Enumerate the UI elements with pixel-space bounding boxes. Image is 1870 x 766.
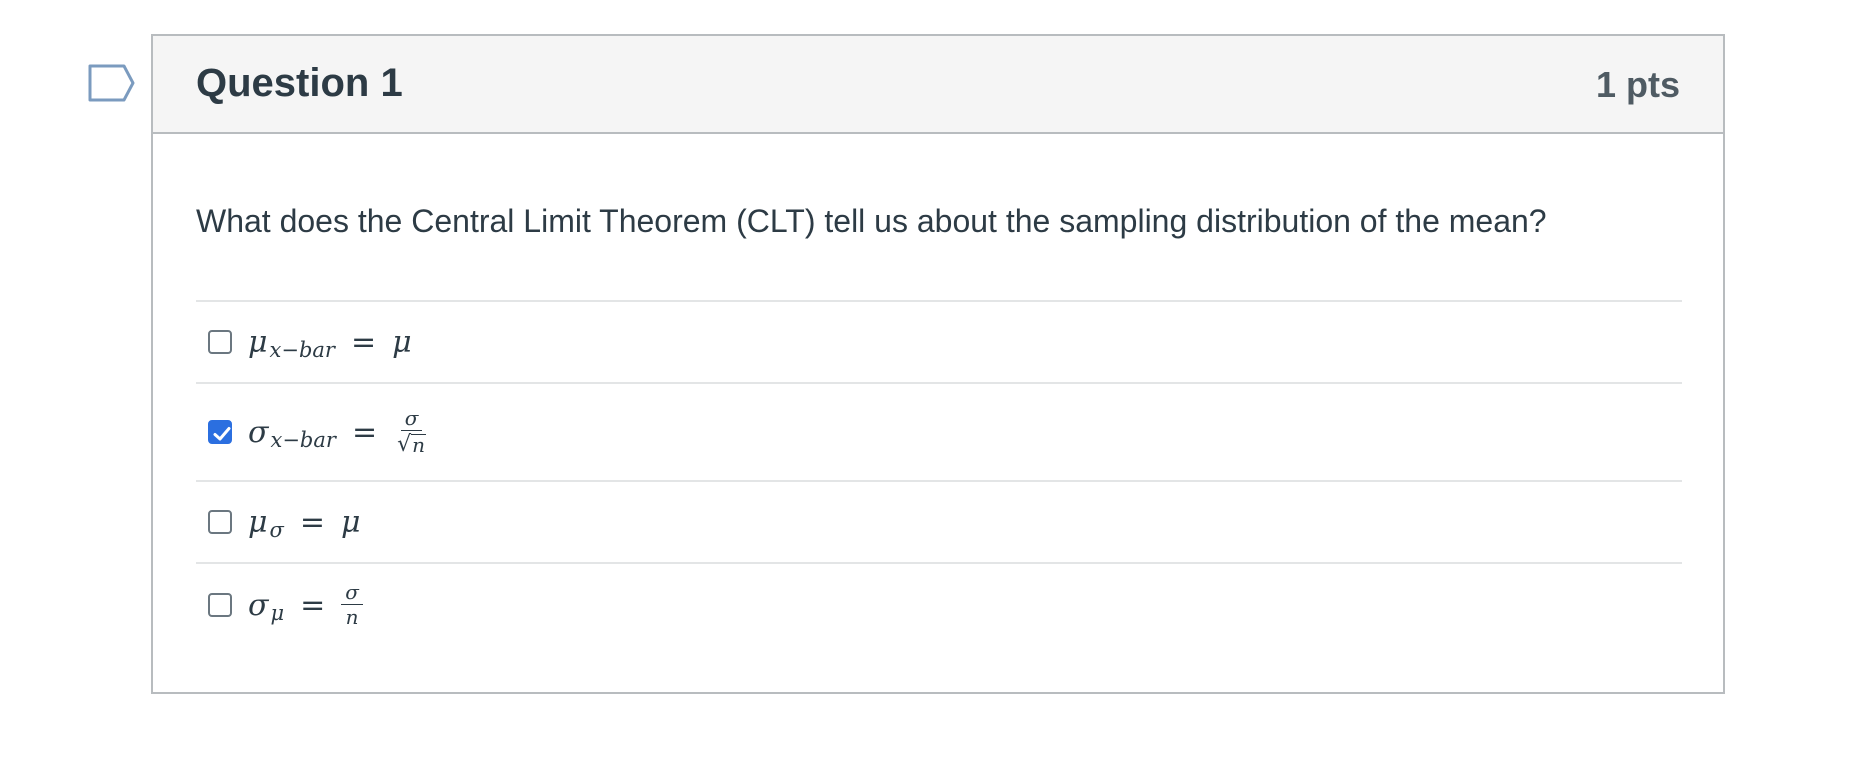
formula-equals: = [299, 504, 325, 540]
fraction-numerator: σ [341, 582, 363, 605]
question-title: Question 1 [196, 61, 403, 105]
answer-formula: μ x−bar = μ [248, 324, 412, 363]
formula-subscript: μ [270, 601, 285, 625]
answer-checkbox[interactable] [208, 593, 232, 617]
answer-checkbox-checked[interactable] [208, 420, 232, 444]
formula-equals: = [300, 587, 326, 623]
answer-checkbox[interactable] [208, 330, 232, 354]
formula-symbol: σ [248, 587, 269, 623]
answer-option-2[interactable]: σ x−bar = σ √ n [196, 384, 1682, 482]
answer-formula: σμ = σ n [248, 582, 363, 628]
answer-formula: σ x−bar = σ √ n [248, 407, 430, 456]
formula-symbol: σ [248, 414, 269, 450]
formula-equals: = [350, 324, 377, 360]
question-points: 1 pts [1595, 64, 1680, 105]
answer-option-1[interactable]: μ x−bar = μ [196, 302, 1682, 384]
question-card: Question 1 1 pts What does the Central L… [151, 34, 1725, 694]
fraction-numerator: σ [400, 407, 423, 431]
formula-fraction: σ √ n [393, 407, 430, 456]
formula-subscript: x−bar [270, 428, 336, 452]
fraction-denominator: n [345, 605, 359, 629]
sqrt-sign: √ [397, 431, 412, 457]
formula-symbol: μ [248, 504, 268, 540]
formula-equals: = [351, 414, 378, 450]
question-header: Question 1 1 pts [153, 36, 1723, 134]
answer-option-3[interactable]: μσ = μ [196, 482, 1682, 564]
formula-symbol: μ [248, 324, 268, 360]
formula-subscript: x−bar [269, 338, 335, 362]
formula-rhs: μ [392, 324, 412, 360]
answer-list: μ x−bar = μ σ x−bar = σ √ n μ σ = μ σ μ … [196, 300, 1682, 646]
answer-formula: μσ = μ [248, 504, 361, 543]
flag-question-icon[interactable] [88, 63, 136, 103]
formula-rhs: μ [340, 504, 361, 540]
formula-subscript: σ [269, 518, 284, 542]
question-text: What does the Central Limit Theorem (CLT… [196, 203, 1547, 239]
fraction-denominator: √ n [393, 431, 430, 456]
sqrt-radicand: n [411, 433, 426, 458]
checkmark-icon [213, 427, 231, 441]
answer-checkbox[interactable] [208, 510, 232, 534]
formula-fraction: σ n [341, 582, 363, 628]
answer-option-4[interactable]: σμ = σ n [196, 564, 1682, 646]
